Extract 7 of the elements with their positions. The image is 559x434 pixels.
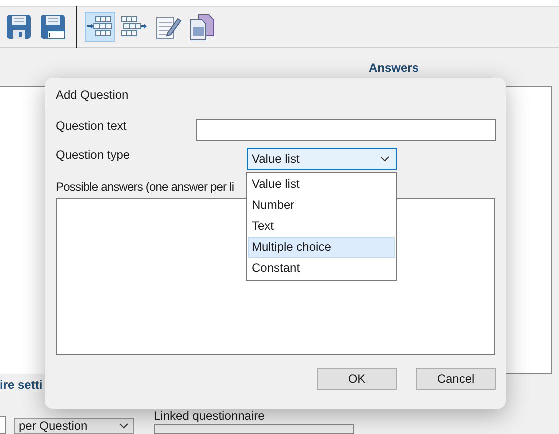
dialog-title: Add Question — [56, 87, 130, 104]
field-label: Possible answers (one answer per li — [56, 180, 234, 194]
section-heading: Answers — [369, 61, 420, 75]
field-label: Question text — [56, 119, 127, 133]
field-label: Linked questionnaire — [154, 410, 266, 423]
field-label: Question type — [56, 148, 130, 162]
section-heading: ire setti — [0, 378, 43, 392]
